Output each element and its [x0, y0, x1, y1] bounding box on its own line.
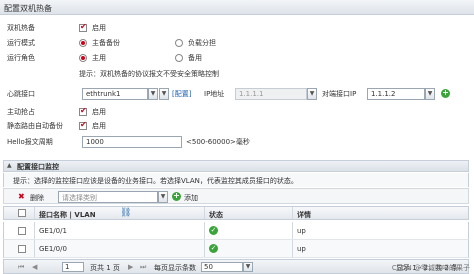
- delete-button[interactable]: 删除: [30, 193, 44, 203]
- peer-ip-label: 对端接口IP: [322, 90, 357, 98]
- chevron-down-icon[interactable]: ▼: [148, 88, 158, 100]
- page-total: 页共 1 页: [90, 264, 120, 272]
- delete-icon[interactable]: ✖: [18, 192, 25, 201]
- protocol-hint: 提示：双机热备的协议报文不受安全策略控制: [79, 70, 219, 78]
- hello-period-input[interactable]: 1000: [82, 136, 182, 148]
- column-divider: [204, 222, 205, 239]
- hot-standby-checkbox[interactable]: [79, 22, 87, 32]
- row-checkbox[interactable]: [18, 227, 26, 235]
- next-page-icon[interactable]: ▶: [128, 263, 133, 271]
- page-title: 配置双机热备: [4, 4, 52, 13]
- run-role-row: 运行角色 主用 备用: [0, 51, 474, 65]
- add-button[interactable]: 添加: [184, 193, 198, 203]
- first-page-icon[interactable]: ⏮: [18, 263, 24, 272]
- hello-period-row: Hello报文周期 1000 <500-60000>毫秒: [0, 135, 474, 149]
- run-mode-load-sharing-radio[interactable]: [175, 39, 183, 47]
- table-row[interactable]: GE1/0/1 ✓ up: [3, 222, 469, 240]
- status-ok-icon: ✓: [209, 226, 218, 235]
- monitor-hint: 提示：选择的监控接口应该是设备的业务接口。若选择VLAN，代表监控其成员接口的状…: [13, 177, 298, 185]
- select-all-checkbox[interactable]: [18, 209, 26, 217]
- row-interface-name: GE1/0/1: [39, 227, 67, 235]
- hello-period-range: <500-60000>毫秒: [186, 138, 250, 146]
- run-role-label: 运行角色: [7, 54, 35, 62]
- static-route-backup-label: 静态路由自动备份: [7, 122, 63, 130]
- column-divider: [292, 207, 293, 219]
- column-header-detail[interactable]: 详情: [297, 210, 311, 220]
- column-divider: [204, 207, 205, 219]
- column-header-status[interactable]: 状态: [209, 210, 223, 220]
- page-number-input[interactable]: 1: [62, 262, 84, 272]
- row-checkbox[interactable]: [18, 245, 26, 253]
- column-divider: [34, 240, 35, 257]
- static-route-backup-row: 静态路由自动备份 启用: [0, 119, 474, 133]
- monitor-panel-header[interactable]: ▲ 配置接口监控: [3, 160, 469, 172]
- table-row[interactable]: GE1/0/0 ✓ up: [3, 240, 469, 258]
- run-role-option-label: 备用: [188, 54, 202, 62]
- monitor-panel-title: 配置接口监控: [17, 163, 59, 171]
- page-title-bar: 配置双机热备: [0, 0, 474, 15]
- heartbeat-interface-select[interactable]: ethtrunk1: [82, 88, 148, 100]
- run-mode-option-label: 负载分担: [188, 39, 216, 47]
- hello-period-label: Hello报文周期: [7, 138, 53, 146]
- add-icon[interactable]: +: [172, 192, 181, 201]
- hot-standby-check-label: 启用: [92, 24, 106, 32]
- chevron-down-icon[interactable]: ▼: [159, 88, 169, 100]
- chevron-down-icon[interactable]: ▼: [243, 262, 253, 272]
- add-icon[interactable]: +: [441, 89, 450, 98]
- run-mode-label: 运行模式: [7, 39, 35, 47]
- prev-page-icon[interactable]: ◀: [32, 263, 37, 271]
- row-detail: up: [297, 245, 306, 253]
- vlan-network-icon: ⛓: [120, 208, 132, 218]
- protocol-hint-row: 提示：双机热备的协议报文不受安全策略控制: [0, 67, 474, 81]
- column-divider: [204, 240, 205, 257]
- run-mode-row: 运行模式 主备备份 负载分担: [0, 36, 474, 50]
- per-page-label: 每页显示条数: [154, 264, 196, 272]
- last-page-icon[interactable]: ⏭: [140, 263, 146, 272]
- column-divider: [34, 222, 35, 239]
- chevron-down-icon: ▼: [307, 88, 317, 100]
- per-page-select[interactable]: 50: [201, 262, 243, 272]
- heartbeat-config-link[interactable]: [配置]: [172, 89, 191, 99]
- column-divider: [292, 240, 293, 257]
- heartbeat-label: 心跳接口: [7, 90, 35, 98]
- heartbeat-ip-label: IP地址: [204, 90, 225, 98]
- chevron-down-icon[interactable]: ▼: [425, 88, 435, 100]
- heartbeat-row: 心跳接口 ethtrunk1 ▼ ▼ [配置] IP地址 1.1.1.1 ▼ 对…: [0, 87, 474, 101]
- row-interface-name: GE1/0/0: [39, 245, 67, 253]
- column-divider: [34, 207, 35, 219]
- hot-standby-row: 双机热备 启用: [0, 21, 474, 35]
- peer-ip-field[interactable]: 1.1.1.2: [367, 88, 425, 100]
- heartbeat-ip-field: 1.1.1.1: [235, 88, 307, 100]
- preempt-row: 主动抢占 启用: [0, 105, 474, 119]
- row-detail: up: [297, 227, 306, 235]
- run-mode-option-label: 主备备份: [92, 39, 120, 47]
- preempt-checkbox[interactable]: [79, 106, 87, 116]
- watermark: CSDN @零域咖啡的果子: [391, 264, 470, 272]
- static-route-backup-checkbox[interactable]: [79, 120, 87, 130]
- preempt-check-label: 启用: [92, 108, 106, 116]
- run-role-primary-radio[interactable]: [79, 54, 87, 62]
- chevron-down-icon[interactable]: ▼: [158, 191, 168, 203]
- run-role-option-label: 主用: [92, 54, 106, 62]
- hot-standby-label: 双机热备: [7, 24, 35, 32]
- monitor-hint-bar: 提示：选择的监控接口应该是设备的业务接口。若选择VLAN，代表监控其成员接口的状…: [3, 173, 469, 187]
- monitor-table-header: 接口名称 | VLAN ⛓ 状态 详情: [3, 206, 469, 220]
- collapse-icon[interactable]: ▲: [7, 162, 12, 169]
- run-role-backup-radio[interactable]: [175, 54, 183, 62]
- monitor-toolbar: ✖ 删除 请选择类别 ▼ + 添加: [3, 188, 469, 204]
- preempt-label: 主动抢占: [7, 108, 35, 116]
- column-header-interface[interactable]: 接口名称 | VLAN: [39, 210, 96, 220]
- run-mode-active-standby-radio[interactable]: [79, 39, 87, 47]
- column-divider: [292, 222, 293, 239]
- category-select[interactable]: 请选择类别: [58, 191, 158, 203]
- status-ok-icon: ✓: [209, 244, 218, 253]
- static-route-backup-check-label: 启用: [92, 122, 106, 130]
